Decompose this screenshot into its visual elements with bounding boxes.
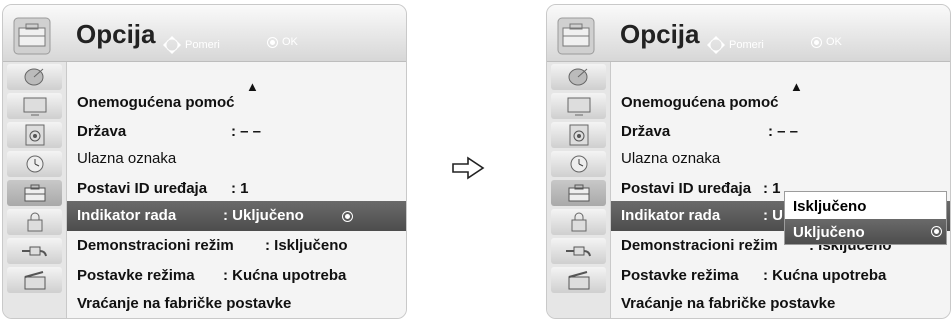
category-option[interactable] (551, 180, 606, 206)
scroll-up-arrow-icon[interactable]: ▲ (790, 79, 803, 94)
category-lock[interactable] (7, 209, 62, 235)
menu-item-country-value: : – – (768, 123, 799, 140)
hint-ok-label: OK (282, 36, 298, 48)
menu-panel-before: Opcija Pomeri OK ▲ Onemogućena pomoć Drž… (2, 4, 407, 319)
navigation-arrows-icon (707, 36, 725, 54)
menu-item-country[interactable]: Država (77, 123, 126, 140)
option-on[interactable]: Uključeno (785, 219, 946, 244)
category-option[interactable] (7, 180, 62, 206)
option-off[interactable]: Isključeno (785, 193, 946, 218)
hint-move: Pomeri (707, 36, 764, 54)
menu-item-set-id-value: : 1 (763, 180, 781, 197)
power-indicator-value: : U (763, 207, 783, 224)
hint-move: Pomeri (163, 36, 220, 54)
briefcase-icon (568, 184, 589, 202)
navigation-arrows-icon (163, 36, 181, 54)
category-lock[interactable] (551, 209, 606, 235)
category-audio[interactable] (551, 122, 606, 148)
cable-plug-icon (565, 246, 591, 257)
category-sidebar (3, 62, 67, 318)
briefcase-icon (24, 184, 45, 202)
option-off-label: Isključeno (793, 198, 867, 215)
menu-item-set-id[interactable]: Postavi ID uređaja (77, 180, 207, 197)
menu-item-demo-mode[interactable]: Demonstracioni režim (621, 237, 778, 254)
power-indicator-value: : Uključeno (223, 207, 304, 224)
category-satellite[interactable] (7, 64, 62, 90)
category-picture[interactable] (551, 93, 606, 119)
power-indicator-options-popup: Isključeno Uključeno (784, 191, 947, 245)
category-input[interactable] (551, 238, 606, 264)
menu-item-input-label[interactable]: Ulazna oznaka (621, 150, 720, 167)
menu-title: Opcija (76, 19, 156, 49)
ok-radio-icon (342, 211, 353, 222)
menu-item-help-disable[interactable]: Onemogućena pomoć (77, 94, 235, 111)
menu-item-mode-setting-value: : Kućna upotreba (763, 267, 887, 284)
category-usb[interactable] (7, 267, 62, 293)
menu-item-set-id-value: : 1 (231, 180, 249, 197)
option-briefcase-icon (13, 17, 51, 55)
option-briefcase-icon (557, 17, 595, 55)
menu-title: Opcija (620, 19, 700, 49)
hint-ok-label: OK (826, 36, 842, 48)
menu-item-mode-setting-value: : Kućna upotreba (223, 267, 347, 284)
hint-ok: OK (267, 36, 298, 48)
menu-item-help-disable[interactable]: Onemogućena pomoć (621, 94, 779, 111)
monitor-icon (23, 97, 46, 116)
selected-radio-icon (931, 226, 942, 237)
satellite-dish-icon (568, 68, 587, 86)
cable-plug-icon (21, 246, 47, 257)
category-input[interactable] (7, 238, 62, 264)
padlock-icon (27, 212, 42, 232)
menu-item-mode-setting[interactable]: Postavke režima (77, 267, 195, 284)
padlock-icon (571, 212, 586, 232)
category-usb[interactable] (551, 267, 606, 293)
transition-arrow-icon (452, 156, 485, 180)
power-indicator-label: Indikator rada (621, 207, 721, 224)
menu-item-country[interactable]: Država (621, 123, 670, 140)
speaker-icon (569, 124, 588, 146)
menu-panel-after: Opcija Pomeri OK ▲ Onemogućena pomoć Drž… (546, 4, 951, 319)
category-satellite[interactable] (551, 64, 606, 90)
hint-move-label: Pomeri (185, 39, 220, 51)
menu-item-demo-mode[interactable]: Demonstracioni režim (77, 237, 234, 254)
ok-button-icon (267, 36, 278, 48)
menu-item-power-indicator[interactable]: Indikator rada : Uključeno (67, 201, 406, 231)
menu-item-mode-setting[interactable]: Postavke režima (621, 267, 739, 284)
menu-item-set-id[interactable]: Postavi ID uređaja (621, 180, 751, 197)
category-time[interactable] (551, 151, 606, 177)
menu-item-factory-reset[interactable]: Vraćanje na fabričke postavke (621, 295, 835, 312)
menu-item-demo-mode-value: : Isključeno (265, 237, 348, 254)
category-time[interactable] (7, 151, 62, 177)
menu-header: Opcija Pomeri OK (3, 5, 406, 62)
clock-icon (26, 155, 43, 173)
hint-ok: OK (811, 36, 842, 48)
option-on-label: Uključeno (793, 224, 865, 241)
power-indicator-label: Indikator rada (77, 207, 177, 224)
media-clapboard-icon (568, 271, 589, 290)
menu-content: ▲ Onemogućena pomoć Država : – – Ulazna … (67, 62, 406, 318)
monitor-icon (567, 97, 590, 116)
scroll-up-arrow-icon[interactable]: ▲ (246, 79, 259, 94)
media-clapboard-icon (24, 271, 45, 290)
menu-content: ▲ Onemogućena pomoć Država : – – Ulazna … (611, 62, 950, 318)
category-audio[interactable] (7, 122, 62, 148)
ok-button-icon (811, 36, 822, 48)
menu-item-country-value: : – – (231, 123, 262, 140)
hint-move-label: Pomeri (729, 39, 764, 51)
satellite-dish-icon (24, 68, 43, 86)
menu-item-factory-reset[interactable]: Vraćanje na fabričke postavke (77, 295, 291, 312)
clock-icon (570, 155, 587, 173)
speaker-icon (25, 124, 44, 146)
category-picture[interactable] (7, 93, 62, 119)
menu-header: Opcija Pomeri OK (547, 5, 950, 62)
category-sidebar (547, 62, 611, 318)
menu-item-input-label[interactable]: Ulazna oznaka (77, 150, 176, 167)
